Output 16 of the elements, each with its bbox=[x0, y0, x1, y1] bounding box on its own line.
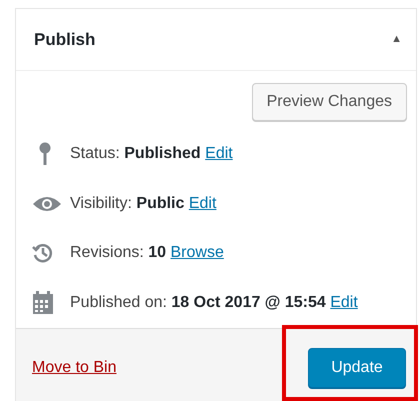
calendar-icon bbox=[32, 290, 54, 315]
update-button[interactable]: Update bbox=[308, 348, 406, 388]
edit-link[interactable]: Edit bbox=[330, 294, 358, 311]
browse-link[interactable]: Browse bbox=[170, 244, 224, 262]
collapse-toggle[interactable]: ▲ bbox=[391, 31, 402, 48]
row-text: Status: Published Edit bbox=[70, 144, 233, 164]
preview-changes-button[interactable]: Preview Changes bbox=[252, 82, 407, 121]
row-text: Visibility: Public Edit bbox=[70, 194, 216, 214]
edit-link[interactable]: Edit bbox=[188, 194, 216, 212]
pin-icon bbox=[38, 142, 52, 166]
move-to-bin-link[interactable]: Move to Bin bbox=[32, 356, 116, 380]
panel-title: Publish bbox=[34, 28, 96, 51]
row-text: Published on: 18 Oct 2017 @ 15:54 Edit bbox=[70, 292, 358, 313]
history-icon bbox=[32, 242, 54, 264]
row-text: Revisions: 10 Browse bbox=[70, 243, 224, 264]
edit-link[interactable]: Edit bbox=[205, 145, 233, 162]
